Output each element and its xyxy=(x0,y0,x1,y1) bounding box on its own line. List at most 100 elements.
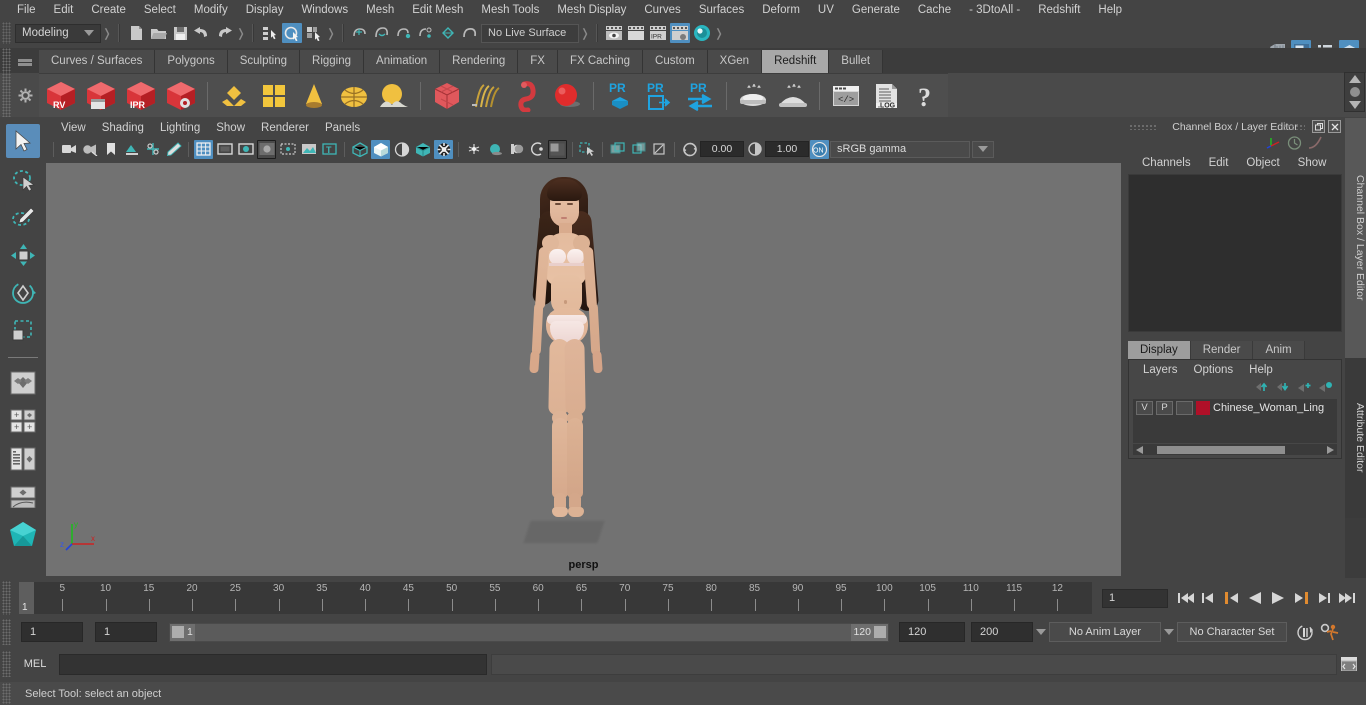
time-slider-grip[interactable] xyxy=(2,581,11,615)
statusline-collapse-2[interactable]: ❭ xyxy=(235,24,247,42)
redshift-portal-light-icon[interactable] xyxy=(374,76,414,116)
render-sequence-icon[interactable] xyxy=(626,23,646,43)
twoD-pan-zoom-icon[interactable] xyxy=(143,140,162,159)
lasso-select-tool[interactable] xyxy=(6,162,40,196)
shelf-tab-rendering[interactable]: Rendering xyxy=(440,50,519,73)
shadows-icon[interactable] xyxy=(464,140,483,159)
character-set-selector[interactable]: No Character Set xyxy=(1177,622,1287,642)
film-gate-icon[interactable] xyxy=(215,140,234,159)
redshift-pr-object-icon[interactable]: PR xyxy=(600,76,640,116)
viewport-snapshot-icon[interactable] xyxy=(680,140,699,159)
shade-wireframe-icon[interactable] xyxy=(392,140,411,159)
maya-logo-icon[interactable] xyxy=(6,518,40,552)
statusline-collapse-4[interactable]: ❭ xyxy=(579,24,591,42)
redshift-proxy-icon[interactable] xyxy=(427,76,467,116)
lighting-icon[interactable] xyxy=(434,139,453,159)
color-management-field[interactable]: sRGB gamma xyxy=(830,140,970,158)
menu-mesh-display[interactable]: Mesh Display xyxy=(548,0,635,20)
hud-icon[interactable]: T xyxy=(320,140,339,159)
layer-menu-options[interactable]: Options xyxy=(1186,364,1242,376)
layer-row[interactable]: V P Chinese_Woman_Ling xyxy=(1133,399,1337,416)
move-layer-up-icon[interactable] xyxy=(1256,381,1270,396)
menu-create[interactable]: Create xyxy=(82,0,135,20)
select-by-component-icon[interactable] xyxy=(304,23,324,43)
panel-grip-left[interactable] xyxy=(1129,124,1157,130)
open-scene-icon[interactable] xyxy=(148,23,168,43)
range-end-input[interactable]: 200 xyxy=(971,622,1033,642)
paint-select-tool[interactable] xyxy=(6,200,40,234)
persp-outliner-layout[interactable] xyxy=(6,442,40,476)
redshift-dome-light-icon[interactable] xyxy=(254,76,294,116)
animation-preferences-icon[interactable] xyxy=(1317,623,1341,641)
range-start-input[interactable]: 1 xyxy=(21,622,83,642)
xray-icon[interactable] xyxy=(608,140,627,159)
menu-curves[interactable]: Curves xyxy=(635,0,689,20)
viewport-menu-renderer[interactable]: Renderer xyxy=(253,118,317,138)
character-model[interactable] xyxy=(479,163,689,576)
channel-box-menu-channels[interactable]: Channels xyxy=(1133,157,1200,169)
menuset-selector[interactable]: Modeling xyxy=(15,23,101,43)
hypershade-icon[interactable] xyxy=(692,23,712,43)
snap-to-curve-icon[interactable] xyxy=(372,23,392,43)
layer-tab-anim[interactable]: Anim xyxy=(1253,341,1305,359)
shelf-grip[interactable] xyxy=(2,48,11,73)
layer-visibility-toggle[interactable]: V xyxy=(1136,400,1153,415)
select-by-object-icon[interactable] xyxy=(282,23,302,43)
command-line-grip[interactable] xyxy=(2,651,11,677)
vertical-tab-attribute-editor[interactable]: Attribute Editor xyxy=(1345,358,1366,518)
xray-joints-icon[interactable] xyxy=(629,140,648,159)
step-back-keyframe-icon[interactable] xyxy=(1199,589,1218,608)
color-management-toggle-icon[interactable]: ON xyxy=(810,139,829,159)
smooth-shade-all-icon[interactable] xyxy=(371,139,390,159)
redshift-script-editor-icon[interactable]: </> xyxy=(826,76,866,116)
menu-file[interactable]: File xyxy=(8,0,45,20)
save-scene-icon[interactable] xyxy=(170,23,190,43)
redshift-ies-light-icon[interactable] xyxy=(294,76,334,116)
viewport-menu-shading[interactable]: Shading xyxy=(94,118,152,138)
camera-attributes-icon[interactable] xyxy=(80,140,99,159)
range-handle-left[interactable]: 1 xyxy=(170,623,195,641)
new-scene-icon[interactable] xyxy=(126,23,146,43)
make-live-icon[interactable] xyxy=(460,23,480,43)
character-set-dropdown-icon[interactable] xyxy=(1161,623,1177,641)
range-handle-right[interactable]: 120 xyxy=(851,623,888,641)
shelf-tab-bullet[interactable]: Bullet xyxy=(829,50,884,73)
menu-windows[interactable]: Windows xyxy=(292,0,357,20)
select-by-hierarchy-icon[interactable] xyxy=(260,23,280,43)
channel-box-menu-show[interactable]: Show xyxy=(1289,157,1336,169)
playback-end-input[interactable]: 120 xyxy=(899,622,965,642)
redshift-help-icon[interactable]: ? xyxy=(906,76,946,116)
gamma-field[interactable]: 1.00 xyxy=(765,141,809,157)
vertical-tab-channel-box[interactable]: Channel Box / Layer Editor xyxy=(1345,118,1366,358)
multisample-icon[interactable] xyxy=(527,140,546,159)
viewport-menu-show[interactable]: Show xyxy=(208,118,253,138)
menu-generate[interactable]: Generate xyxy=(843,0,909,20)
gate-mask-icon[interactable] xyxy=(257,139,276,159)
redshift-render-sequence-icon[interactable] xyxy=(81,76,121,116)
step-forward-frame-icon[interactable] xyxy=(1291,589,1310,608)
menu-surfaces[interactable]: Surfaces xyxy=(690,0,753,20)
viewport-menu-view[interactable]: View xyxy=(53,118,94,138)
isolate-select-icon[interactable] xyxy=(578,140,597,159)
menu-help[interactable]: Help xyxy=(1089,0,1131,20)
four-view-layout[interactable]: + + + xyxy=(6,404,40,438)
depth-peel-icon[interactable] xyxy=(548,139,567,159)
layer-menu-layers[interactable]: Layers xyxy=(1135,364,1186,376)
shelf-tab-animation[interactable]: Animation xyxy=(364,50,441,73)
statusline-collapse-5[interactable]: ❭ xyxy=(713,24,725,42)
menu-uv[interactable]: UV xyxy=(809,0,843,20)
shelf-tab-xgen[interactable]: XGen xyxy=(707,50,763,73)
playback-start-input[interactable]: 1 xyxy=(95,622,157,642)
menu-3dtoall[interactable]: - 3DtoAll - xyxy=(960,0,1029,20)
xray-active-components-icon[interactable] xyxy=(650,140,669,159)
channel-box-menu-edit[interactable]: Edit xyxy=(1200,157,1238,169)
persp-graph-layout[interactable] xyxy=(6,480,40,514)
layer-shading-toggle[interactable] xyxy=(1176,400,1193,415)
resolution-gate-icon[interactable] xyxy=(236,140,255,159)
help-line-grip[interactable] xyxy=(2,683,11,704)
create-layer-from-selected-icon[interactable] xyxy=(1319,381,1333,396)
viewport-menu-lighting[interactable]: Lighting xyxy=(152,118,208,138)
layer-tab-display[interactable]: Display xyxy=(1128,341,1191,359)
scroll-thumb[interactable] xyxy=(1157,445,1285,454)
menu-mesh[interactable]: Mesh xyxy=(357,0,403,20)
